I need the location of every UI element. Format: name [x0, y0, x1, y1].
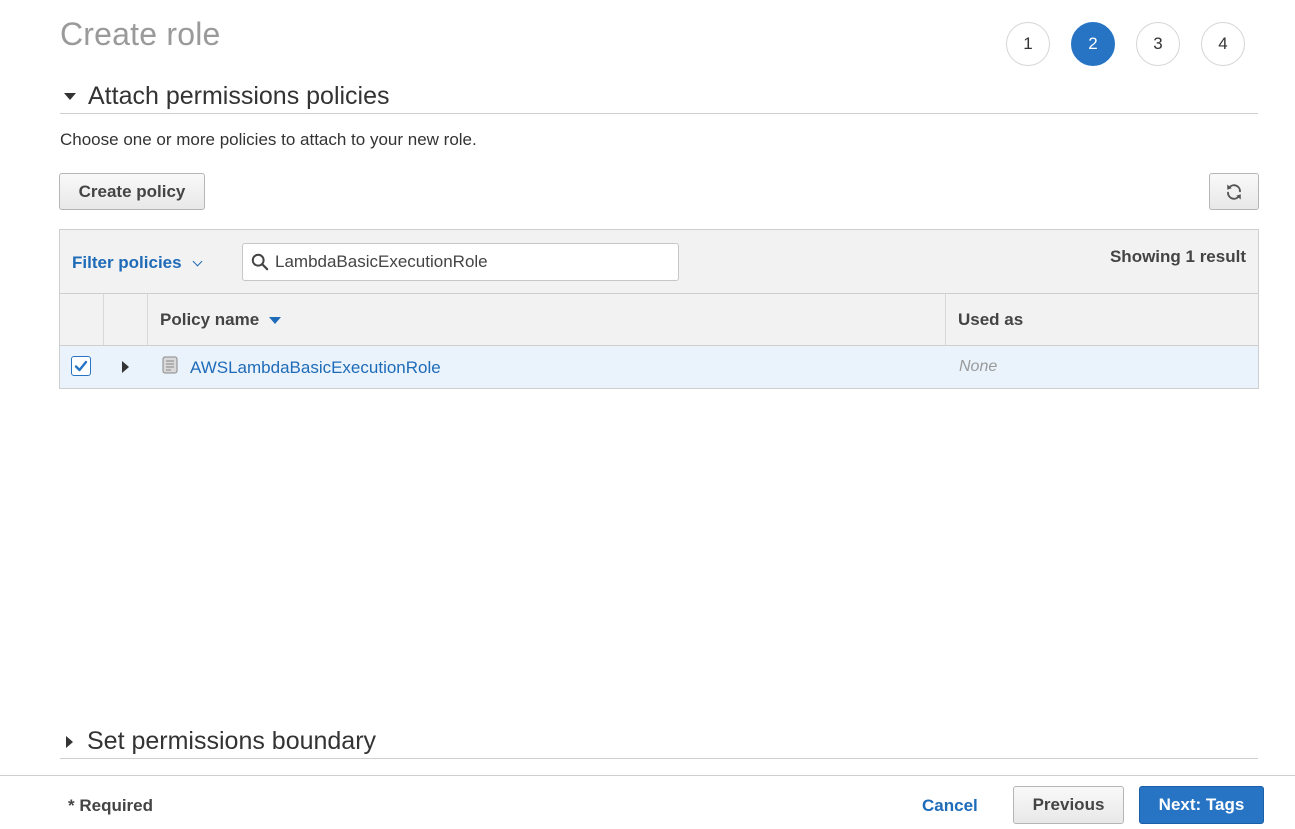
policy-document-icon [162, 356, 178, 374]
caret-right-icon [66, 735, 73, 748]
chevron-down-icon [192, 256, 203, 266]
cancel-button[interactable]: Cancel [922, 796, 978, 816]
search-input[interactable] [275, 252, 665, 272]
required-note: * Required [68, 796, 154, 815]
header-expand-column [104, 294, 148, 345]
checkmark-icon [74, 360, 88, 372]
step-4[interactable]: 4 [1201, 22, 1245, 66]
header-policy-name[interactable]: Policy name [148, 294, 946, 345]
policy-name-link[interactable]: AWSLambdaBasicExecutionRole [190, 358, 441, 378]
refresh-button[interactable] [1209, 173, 1259, 210]
attach-policies-title: Attach permissions policies [88, 82, 390, 110]
step-1[interactable]: 1 [1006, 22, 1050, 66]
filter-policies-label: Filter policies [72, 253, 182, 272]
refresh-icon [1227, 183, 1241, 200]
table-header: Policy name Used as [60, 294, 1258, 346]
attach-policies-header[interactable]: Attach permissions policies [60, 80, 1258, 114]
search-icon [251, 252, 271, 272]
step-3[interactable]: 3 [1136, 22, 1180, 66]
create-policy-button[interactable]: Create policy [59, 173, 205, 210]
used-as-value: None [959, 358, 998, 375]
wizard-steps: 1 2 3 4 [1006, 22, 1266, 66]
filter-bar: Filter policies Showing 1 result [60, 230, 1258, 294]
page-title: Create role [60, 16, 221, 52]
caret-down-icon [64, 93, 76, 100]
footer-bar: * Required Cancel Previous Next: Tags [0, 775, 1295, 829]
step-2-active[interactable]: 2 [1071, 22, 1115, 66]
filter-policies-dropdown[interactable]: Filter policies [72, 253, 203, 273]
table-row[interactable]: AWSLambdaBasicExecutionRole None [60, 346, 1258, 388]
sort-caret-down-icon [269, 317, 282, 324]
permissions-boundary-header[interactable]: Set permissions boundary [60, 725, 1258, 759]
row-checkbox[interactable] [71, 356, 91, 376]
expand-row-icon[interactable] [122, 361, 129, 373]
permissions-boundary-title: Set permissions boundary [87, 727, 377, 755]
header-select-column [60, 294, 104, 345]
result-count: Showing 1 result [1109, 247, 1246, 266]
next-tags-button[interactable]: Next: Tags [1139, 786, 1264, 824]
header-used-as[interactable]: Used as [946, 294, 1258, 345]
search-field[interactable] [242, 243, 679, 281]
policies-table: Filter policies Showing 1 result Policy … [59, 229, 1259, 389]
attach-policies-description: Choose one or more policies to attach to… [60, 130, 477, 149]
previous-button[interactable]: Previous [1013, 786, 1124, 824]
header-used-as-label: Used as [958, 309, 1024, 329]
header-policy-name-label: Policy name [160, 309, 260, 329]
